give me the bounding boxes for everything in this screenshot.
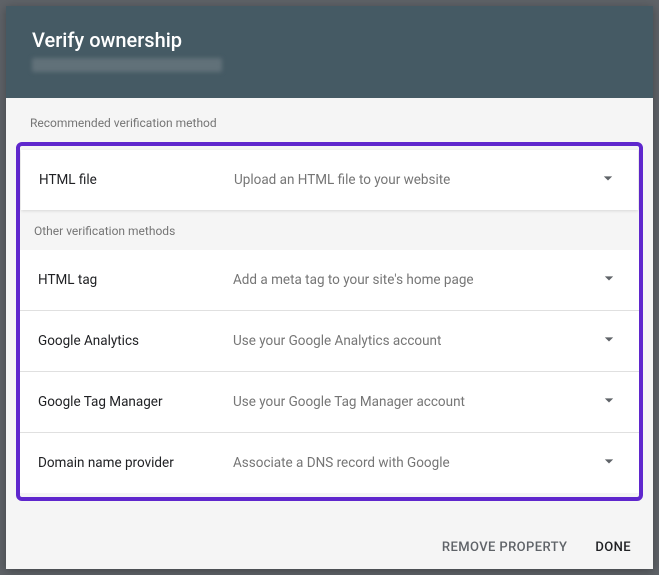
method-google-tag-manager[interactable]: Google Tag Manager Use your Google Tag M… — [20, 372, 639, 433]
method-html-file[interactable]: HTML file Upload an HTML file to your we… — [21, 150, 638, 210]
method-name: HTML tag — [38, 272, 233, 288]
method-desc: Associate a DNS record with Google — [233, 455, 589, 471]
dialog-title: Verify ownership — [32, 28, 627, 52]
chevron-down-icon — [599, 390, 619, 414]
other-methods-group: HTML tag Add a meta tag to your site's h… — [20, 250, 639, 493]
property-url-blurred — [32, 58, 222, 72]
done-button[interactable]: DONE — [595, 540, 631, 555]
method-desc: Use your Google Tag Manager account — [233, 394, 589, 410]
dialog-footer: REMOVE PROPERTY DONE — [6, 528, 653, 569]
method-name: Google Tag Manager — [38, 394, 233, 410]
remove-property-button[interactable]: REMOVE PROPERTY — [442, 540, 567, 555]
chevron-down-icon — [599, 451, 619, 475]
method-desc: Use your Google Analytics account — [233, 333, 589, 349]
method-name: HTML file — [39, 172, 234, 188]
method-google-analytics[interactable]: Google Analytics Use your Google Analyti… — [20, 311, 639, 372]
dialog-header: Verify ownership — [6, 6, 653, 98]
recommended-section-label: Recommended verification method — [30, 116, 643, 130]
method-domain-name-provider[interactable]: Domain name provider Associate a DNS rec… — [20, 433, 639, 493]
method-desc: Add a meta tag to your site's home page — [233, 272, 589, 288]
chevron-down-icon — [599, 329, 619, 353]
chevron-down-icon — [599, 268, 619, 292]
dialog-content: Recommended verification method HTML fil… — [6, 98, 653, 528]
method-desc: Upload an HTML file to your website — [234, 172, 588, 188]
method-html-tag[interactable]: HTML tag Add a meta tag to your site's h… — [20, 250, 639, 311]
verification-methods-highlight: HTML file Upload an HTML file to your we… — [16, 142, 643, 501]
method-name: Google Analytics — [38, 333, 233, 349]
chevron-down-icon — [598, 168, 618, 192]
method-name: Domain name provider — [38, 455, 233, 471]
verify-ownership-dialog: Verify ownership Recommended verificatio… — [6, 6, 653, 569]
other-section-label: Other verification methods — [34, 224, 639, 238]
